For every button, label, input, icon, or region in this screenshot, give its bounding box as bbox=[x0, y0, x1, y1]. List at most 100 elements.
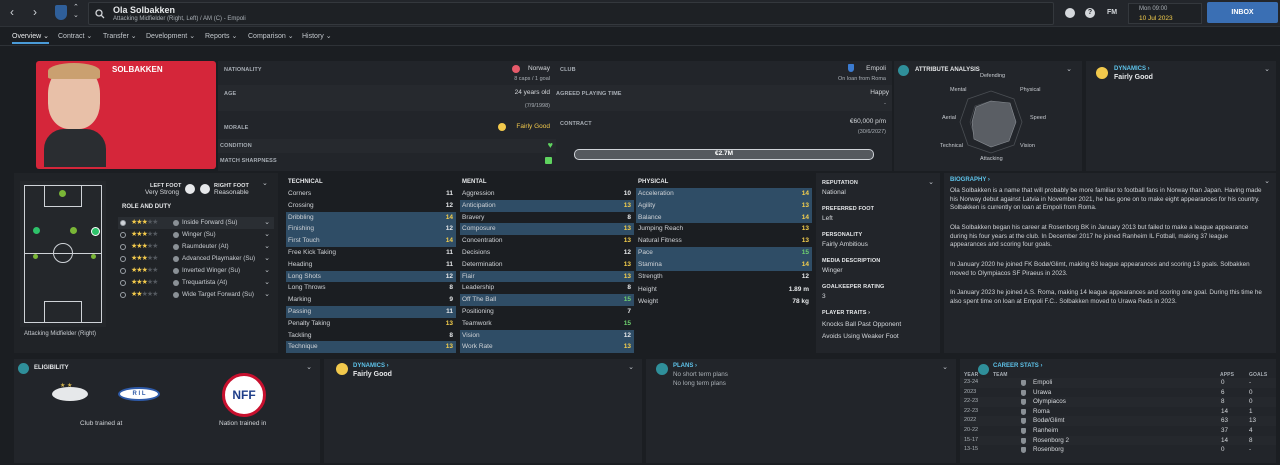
star-icon: ★ bbox=[152, 291, 158, 298]
career-stats-title[interactable]: CAREER STATS › bbox=[993, 363, 1042, 369]
role-info-icon[interactable] bbox=[173, 256, 179, 262]
help-icon[interactable]: ? bbox=[1085, 8, 1095, 18]
tab-history[interactable]: History ⌄ bbox=[302, 32, 332, 40]
role-row[interactable]: ★★★★★ Inverted Winger (Su) ⌄ bbox=[118, 265, 274, 277]
forward-icon[interactable]: › bbox=[33, 5, 37, 19]
club-badge-icon[interactable] bbox=[55, 5, 67, 20]
role-radio[interactable] bbox=[120, 268, 126, 274]
tab-overview[interactable]: Overview ⌄ bbox=[12, 32, 49, 44]
player-traits-label[interactable]: PLAYER TRAITS › bbox=[822, 310, 870, 316]
radar-label-speed: Speed bbox=[1030, 115, 1046, 121]
tab-label: Transfer bbox=[103, 33, 129, 40]
role-radio[interactable] bbox=[120, 256, 126, 262]
career-row[interactable]: 13-15 Rosenborg 0 - bbox=[960, 445, 1276, 455]
role-info-icon[interactable] bbox=[173, 292, 179, 298]
attribute-name: Positioning bbox=[462, 307, 494, 315]
club-loan-value: On loan from Roma bbox=[838, 76, 886, 82]
role-radio[interactable] bbox=[120, 220, 126, 226]
date-box[interactable]: Mon 09:00 10 Jul 2023 bbox=[1128, 3, 1202, 24]
role-radio[interactable] bbox=[120, 244, 126, 250]
career-row[interactable]: 23-24 Empoli 0 - bbox=[960, 378, 1276, 388]
chevron-down-icon[interactable]: ⌄ bbox=[1264, 65, 1270, 73]
role-info-icon[interactable] bbox=[173, 220, 179, 226]
career-row[interactable]: 2022 Bodø/Glimt 63 13 bbox=[960, 416, 1276, 426]
player-surname: SOLBAKKEN bbox=[112, 65, 163, 74]
position-dot-mr bbox=[91, 254, 96, 259]
role-info-icon[interactable] bbox=[173, 244, 179, 250]
preferred-foot-label: PREFERRED FOOT bbox=[822, 206, 875, 212]
chevron-down-icon[interactable]: ⌄ bbox=[306, 363, 312, 371]
attribute-row: Stamina 14 bbox=[636, 258, 812, 271]
attribute-row: Long Throws 8 bbox=[286, 282, 456, 294]
career-row[interactable]: 22-23 Roma 14 1 bbox=[960, 407, 1276, 417]
attribute-value: 7 bbox=[627, 307, 631, 315]
chevron-down-icon[interactable]: ⌄ bbox=[264, 289, 270, 301]
attribute-name: Stamina bbox=[638, 260, 662, 268]
mental-title: MENTAL bbox=[462, 179, 487, 185]
player-header-bar[interactable]: Ola Solbakken Attacking Midfielder (Righ… bbox=[88, 2, 1054, 25]
role-row[interactable]: ★★★★★ Inside Forward (Su) ⌄ bbox=[118, 217, 274, 229]
chevron-down-icon[interactable]: ⌄ bbox=[1264, 177, 1270, 185]
inbox-button[interactable]: INBOX bbox=[1207, 2, 1278, 23]
dynamics-value: Fairly Good bbox=[353, 371, 392, 378]
age-label: AGE bbox=[224, 91, 237, 97]
dynamics-title[interactable]: DYNAMICS › bbox=[353, 363, 389, 369]
club-trained-label: Club trained at bbox=[80, 420, 123, 427]
role-radio[interactable] bbox=[120, 232, 126, 238]
chevron-down-icon[interactable]: ⌄ bbox=[942, 363, 948, 371]
fm-label[interactable]: FM bbox=[1107, 9, 1117, 16]
role-name: Winger (Su) bbox=[182, 231, 216, 238]
attribute-row: Marking 9 bbox=[286, 294, 456, 306]
career-apps: 14 bbox=[1221, 436, 1229, 444]
attribute-value: 15 bbox=[623, 319, 631, 327]
career-team: Rosenborg 2 bbox=[1033, 436, 1070, 444]
chevron-down-icon[interactable]: ⌄ bbox=[264, 253, 270, 265]
role-row[interactable]: ★★★★★ Wide Target Forward (Su) ⌄ bbox=[118, 289, 274, 301]
career-row[interactable]: 2023 Urawa 6 0 bbox=[960, 388, 1276, 398]
age-value: 24 years old bbox=[514, 89, 550, 96]
eligibility-title: ELIGIBILITY bbox=[34, 365, 69, 371]
ball-icon[interactable] bbox=[1065, 8, 1075, 18]
role-name: Trequartista (At) bbox=[182, 279, 228, 286]
chevron-down-icon[interactable]: ⌄ bbox=[1066, 65, 1072, 73]
tab-comparison[interactable]: Comparison ⌄ bbox=[248, 32, 294, 40]
role-radio[interactable] bbox=[120, 280, 126, 286]
career-row[interactable]: 15-17 Rosenborg 2 14 8 bbox=[960, 435, 1276, 446]
radar-label-defending: Defending bbox=[980, 73, 1006, 79]
chevron-down-icon[interactable]: ⌄ bbox=[928, 178, 934, 186]
role-row[interactable]: ★★★★★ Winger (Su) ⌄ bbox=[118, 229, 274, 241]
career-apps: 14 bbox=[1221, 407, 1229, 415]
up-down-icon[interactable]: ⌃ ⌄ bbox=[73, 3, 79, 19]
attribute-name: Acceleration bbox=[638, 190, 674, 197]
empoli-badge-icon bbox=[848, 64, 854, 72]
tab-reports[interactable]: Reports ⌄ bbox=[205, 32, 237, 40]
career-row[interactable]: 20-22 Ranheim 37 4 bbox=[960, 426, 1276, 436]
club-badge-icon bbox=[1021, 399, 1026, 406]
role-info-icon[interactable] bbox=[173, 280, 179, 286]
tab-transfer[interactable]: Transfer ⌄ bbox=[103, 32, 137, 40]
radar-label-aerial: Aerial bbox=[942, 115, 957, 121]
chevron-down-icon[interactable]: ⌄ bbox=[264, 241, 270, 253]
tab-contract[interactable]: Contract ⌄ bbox=[58, 32, 92, 40]
career-row[interactable]: 22-23 Olympiacos 8 0 bbox=[960, 397, 1276, 407]
chevron-down-icon[interactable]: ⌄ bbox=[264, 265, 270, 277]
tab-development[interactable]: Development ⌄ bbox=[146, 32, 195, 40]
biography-title[interactable]: BIOGRAPHY › bbox=[950, 177, 990, 183]
chevron-down-icon[interactable]: ⌄ bbox=[262, 179, 268, 187]
back-icon[interactable]: ‹ bbox=[10, 5, 14, 19]
chevron-down-icon[interactable]: ⌄ bbox=[628, 363, 634, 371]
chevron-down-icon[interactable]: ⌄ bbox=[264, 229, 270, 241]
role-row[interactable]: ★★★★★ Trequartista (At) ⌄ bbox=[118, 277, 274, 289]
attribute-row: Work Rate 13 bbox=[460, 341, 634, 354]
role-row[interactable]: ★★★★★ Raumdeuter (At) ⌄ bbox=[118, 241, 274, 253]
dynamics-title[interactable]: DYNAMICS › bbox=[1114, 66, 1150, 72]
plans-title[interactable]: PLANS › bbox=[673, 363, 697, 369]
role-info-icon[interactable] bbox=[173, 268, 179, 274]
chevron-down-icon[interactable]: ⌄ bbox=[264, 277, 270, 289]
role-radio[interactable] bbox=[120, 292, 126, 298]
attribute-row: Decisions 12 bbox=[460, 247, 634, 259]
top-bar: ‹ › ⌃ ⌄ Ola Solbakken Attacking Midfielde… bbox=[0, 0, 1280, 27]
role-info-icon[interactable] bbox=[173, 232, 179, 238]
role-row[interactable]: ★★★★★ Advanced Playmaker (Su) ⌄ bbox=[118, 253, 274, 265]
chevron-down-icon[interactable]: ⌄ bbox=[264, 217, 270, 229]
